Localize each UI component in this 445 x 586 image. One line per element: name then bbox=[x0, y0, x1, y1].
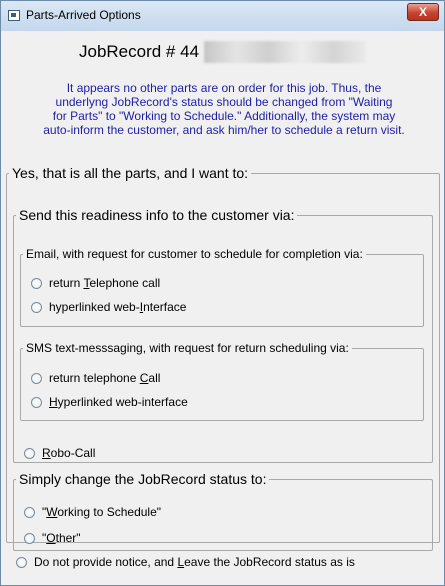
parts-arrived-dialog: Parts-Arrived Options X JobRecord # 44 I… bbox=[0, 0, 445, 586]
radio-button[interactable] bbox=[31, 397, 42, 408]
no-notice-radio[interactable]: Do not provide notice, and Leave the Job… bbox=[16, 554, 355, 570]
other-status-radio[interactable]: "Other" bbox=[24, 530, 81, 546]
info-line: underlyng JobRecord's status should be c… bbox=[55, 95, 393, 109]
radio-button[interactable] bbox=[31, 373, 42, 384]
email-group: Email, with request for customer to sche… bbox=[20, 247, 424, 327]
robo-call-radio[interactable]: Robo-Call bbox=[24, 445, 95, 461]
redacted-job-number bbox=[204, 41, 366, 63]
title-bar: Parts-Arrived Options X bbox=[1, 1, 444, 31]
status-change-legend: Simply change the JobRecord status to: bbox=[19, 471, 267, 487]
radio-button[interactable] bbox=[31, 302, 42, 313]
sms-web-interface-radio[interactable]: Hyperlinked web-interface bbox=[31, 394, 188, 410]
send-info-group: Send this readiness info to the customer… bbox=[13, 207, 433, 463]
sms-group: SMS text-messsaging, with request for re… bbox=[20, 341, 424, 421]
window-title: Parts-Arrived Options bbox=[26, 8, 141, 22]
radio-button[interactable] bbox=[16, 557, 27, 568]
app-icon bbox=[8, 10, 20, 21]
email-web-interface-radio[interactable]: hyperlinked web-Interface bbox=[31, 299, 186, 315]
main-options-legend: Yes, that is all the parts, and I want t… bbox=[12, 165, 249, 181]
radio-button[interactable] bbox=[24, 533, 35, 544]
email-telephone-radio[interactable]: return Telephone call bbox=[31, 275, 160, 291]
sms-legend: SMS text-messsaging, with request for re… bbox=[26, 341, 349, 355]
radio-button[interactable] bbox=[24, 507, 35, 518]
email-legend: Email, with request for customer to sche… bbox=[26, 247, 363, 261]
close-button[interactable]: X bbox=[407, 3, 439, 21]
info-message: It appears no other parts are on order f… bbox=[9, 81, 439, 137]
radio-button[interactable] bbox=[31, 278, 42, 289]
info-line: for Parts" to "Working to Schedule." Add… bbox=[52, 109, 396, 123]
main-options-group: Yes, that is all the parts, and I want t… bbox=[6, 165, 440, 551]
info-line: auto-inform the customer, and ask him/he… bbox=[43, 123, 405, 137]
info-line: It appears no other parts are on order f… bbox=[66, 81, 382, 95]
status-change-group: Simply change the JobRecord status to: "… bbox=[13, 471, 433, 551]
sms-telephone-radio[interactable]: return telephone Call bbox=[31, 370, 160, 386]
job-record-heading: JobRecord # 44 bbox=[79, 42, 200, 61]
working-to-schedule-radio[interactable]: "Working to Schedule" bbox=[24, 504, 161, 520]
send-info-legend: Send this readiness info to the customer… bbox=[19, 207, 295, 223]
radio-button[interactable] bbox=[24, 448, 35, 459]
